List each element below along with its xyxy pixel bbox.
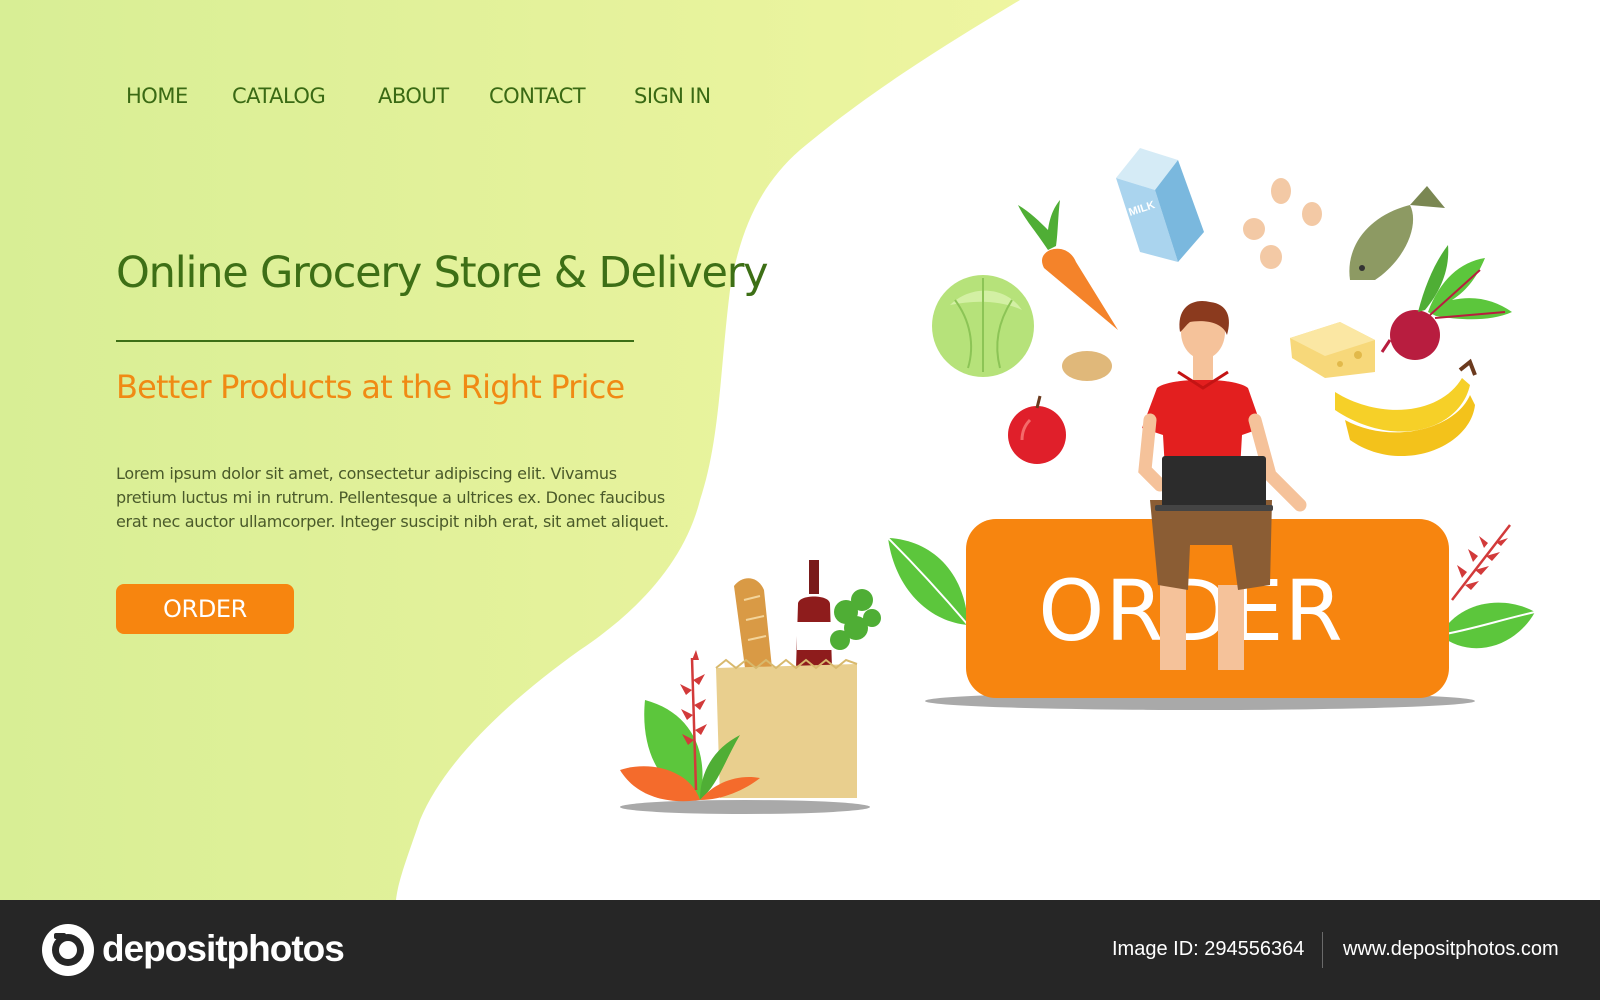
- herb-icon: [830, 589, 881, 650]
- footer-divider: [1322, 932, 1323, 968]
- laptop-icon: [1155, 456, 1273, 511]
- potato-icon: [1062, 351, 1112, 381]
- bag-shadow: [620, 800, 870, 814]
- red-sprig-icon: [1451, 524, 1511, 601]
- carrot-icon: [1018, 200, 1118, 330]
- camera-logo-icon: [42, 924, 94, 976]
- wine-bottle-icon: [796, 560, 832, 668]
- footer-bar: depositphotos Image ID: 294556364 www.de…: [0, 900, 1600, 1000]
- cabbage-icon: [932, 275, 1034, 377]
- image-id: Image ID: 294556364: [1112, 938, 1305, 960]
- big-order-label: ORDER: [1038, 562, 1344, 660]
- banana-icon: [1335, 358, 1477, 457]
- cheese-icon: [1290, 322, 1375, 378]
- grocery-bag-icon: [715, 658, 858, 798]
- grocery-illustration: ORDER MILK: [620, 148, 1536, 814]
- fish-icon: [1349, 186, 1445, 280]
- leaf-icon: [1439, 602, 1536, 649]
- baguette-icon: [734, 578, 772, 668]
- page-canvas: HOME CATALOG ABOUT CONTACT SIGN IN Onlin…: [0, 0, 1600, 900]
- eggs-icon: [1243, 178, 1322, 269]
- brand-logo-text: depositphotos: [102, 928, 345, 969]
- beet-icon: [1380, 245, 1512, 360]
- apple-icon: [1008, 395, 1066, 464]
- milk-carton-icon: MILK: [1116, 148, 1204, 262]
- site-url[interactable]: www.depositphotos.com: [1343, 938, 1559, 961]
- leaf-icon: [887, 537, 969, 626]
